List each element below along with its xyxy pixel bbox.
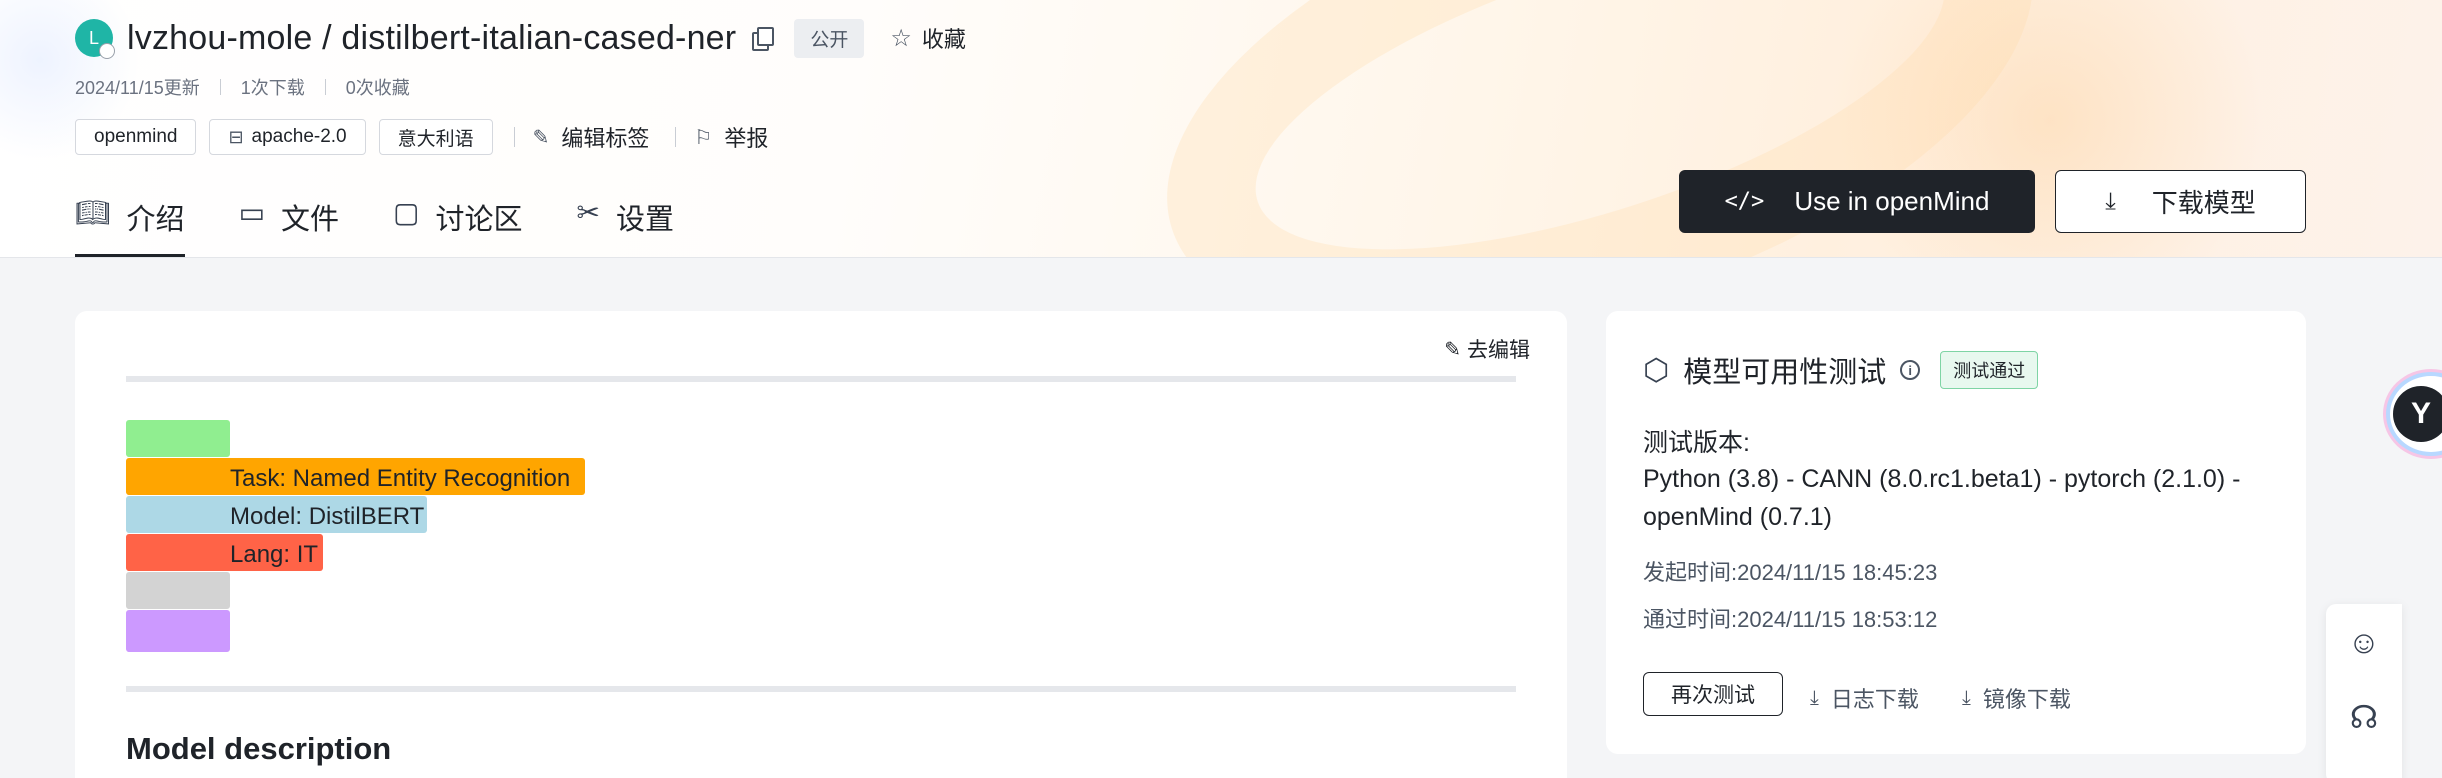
test-version-value: Python (3.8) - CANN (8.0.rc1.beta1) - py… <box>1643 465 2241 531</box>
code-icon: </> <box>1724 189 1765 214</box>
avatar-badge-icon <box>99 43 115 59</box>
license-icon: ⊟ <box>228 126 244 147</box>
assistant-logo-button[interactable]: Y <box>2386 372 2442 456</box>
repo-header: L lvzhou-mole / distilbert-italian-cased… <box>0 0 2442 258</box>
image-download-link[interactable]: ⤓ 镜像下载 <box>1962 682 2071 714</box>
avatar-letter: L <box>88 27 99 48</box>
edit-button[interactable]: ✎ 去编辑 <box>1444 334 1530 364</box>
tab-discussion[interactable]: ▢ 讨论区 <box>393 192 523 257</box>
download-icon: ⤓ <box>1810 686 1819 709</box>
tag-label: 意大利语 <box>397 128 474 150</box>
pencil-icon: ✎ <box>1444 338 1461 361</box>
repo-title: lvzhou-mole / distilbert-italian-cased-n… <box>127 18 737 57</box>
color-bar-model: Model: DistilBERT <box>126 496 427 533</box>
status-badge: 测试通过 <box>1940 351 2039 389</box>
retest-button[interactable]: 再次测试 <box>1643 672 1783 716</box>
use-in-openmind-button[interactable]: </> Use in openMind <box>1679 170 2035 233</box>
floating-toolbar: ☺ ☊ <box>2326 604 2402 778</box>
usability-test-title: 模型可用性测试 <box>1683 357 1887 389</box>
assistant-logo-icon: Y <box>2393 386 2442 442</box>
divider <box>324 79 326 95</box>
visibility-badge: 公开 <box>794 18 865 58</box>
hexagon-icon: ⬡ <box>1643 353 1670 387</box>
report-button[interactable]: ⚐ 举报 <box>694 121 768 153</box>
tag-openmind[interactable]: openmind <box>75 119 197 155</box>
pass-time: 通过时间:2024/11/15 18:53:12 <box>1643 607 1938 632</box>
tools-icon: ✂ <box>576 197 600 228</box>
log-download-label: 日志下载 <box>1830 687 1919 712</box>
tab-settings[interactable]: ✂ 设置 <box>576 192 675 257</box>
terminal-folder-icon: ▭ <box>238 197 266 228</box>
download-model-button[interactable]: ⤓ 下载模型 <box>2055 170 2306 233</box>
test-version-label: 测试版本: <box>1643 429 1750 457</box>
divider <box>219 79 221 95</box>
star-icon[interactable]: ☆ <box>890 24 912 53</box>
model-card: ✎ 去编辑 Task: Named Entity Recognition Mod… <box>75 311 1567 778</box>
chat-icon: ▢ <box>393 197 420 228</box>
horizontal-rule <box>126 686 1516 692</box>
section-heading: Model description <box>126 731 392 766</box>
tab-label: 讨论区 <box>435 204 523 236</box>
support-headset-icon[interactable]: ☊ <box>2326 698 2402 736</box>
tab-label: 设置 <box>616 204 675 236</box>
favorite-count: 0次收藏 <box>345 78 410 98</box>
pencil-icon: ✎ <box>532 126 550 149</box>
download-icon: ⤓ <box>1962 686 1971 709</box>
horizontal-rule <box>126 376 1516 382</box>
download-icon: ⤓ <box>2105 187 2116 215</box>
tag-language[interactable]: 意大利语 <box>378 119 493 155</box>
start-time: 发起时间:2024/11/15 18:45:23 <box>1643 560 1938 585</box>
divider <box>675 127 677 147</box>
report-icon: ⚐ <box>694 126 713 149</box>
title-row: L lvzhou-mole / distilbert-italian-cased… <box>75 18 966 59</box>
book-icon: 📖︎ <box>75 197 111 228</box>
download-count: 1次下载 <box>240 78 305 98</box>
log-download-link[interactable]: ⤓ 日志下载 <box>1810 682 1919 714</box>
color-bar-lang: Lang: IT <box>126 534 323 571</box>
avatar[interactable]: L <box>75 19 115 59</box>
tag-license[interactable]: ⊟ apache-2.0 <box>209 119 366 155</box>
download-button-label: 下载模型 <box>2151 188 2256 218</box>
tag-label: apache-2.0 <box>251 126 347 147</box>
tags-row: openmind ⊟ apache-2.0 意大利语 ✎ 编辑标签 ⚐ 举报 <box>75 119 786 155</box>
edit-label: 去编辑 <box>1467 339 1530 362</box>
usability-test-header: ⬡ 模型可用性测试 i 测试通过 <box>1643 349 2039 391</box>
copy-icon[interactable] <box>750 27 775 51</box>
tab-files[interactable]: ▭ 文件 <box>238 192 340 257</box>
edit-tags-button[interactable]: ✎ 编辑标签 <box>533 121 650 153</box>
report-label: 举报 <box>724 126 769 151</box>
tab-label: 文件 <box>281 204 340 236</box>
edit-tags-label: 编辑标签 <box>561 126 650 151</box>
repo-tabs: 📖︎ 介绍 ▭ 文件 ▢ 讨论区 ✂ 设置 <box>75 192 728 257</box>
tab-label: 介绍 <box>126 204 185 236</box>
info-icon[interactable]: i <box>1900 360 1921 380</box>
color-bar <box>126 572 230 609</box>
updated-date: 2024/11/15更新 <box>75 78 200 98</box>
repo-meta: 2024/11/15更新 1次下载 0次收藏 <box>75 74 410 100</box>
color-bar-task: Task: Named Entity Recognition <box>126 458 585 495</box>
usability-test-card: ⬡ 模型可用性测试 i 测试通过 测试版本: Python (3.8) - CA… <box>1606 311 2306 754</box>
divider <box>513 127 515 147</box>
use-button-label: Use in openMind <box>1794 186 1990 216</box>
tag-label: openmind <box>94 126 178 147</box>
color-bar <box>126 610 230 652</box>
tab-intro[interactable]: 📖︎ 介绍 <box>75 192 185 257</box>
image-download-label: 镜像下载 <box>1982 687 2071 712</box>
favorite-button[interactable]: 收藏 <box>922 22 966 54</box>
color-bar <box>126 420 230 457</box>
feedback-smile-icon[interactable]: ☺ <box>2326 624 2402 661</box>
